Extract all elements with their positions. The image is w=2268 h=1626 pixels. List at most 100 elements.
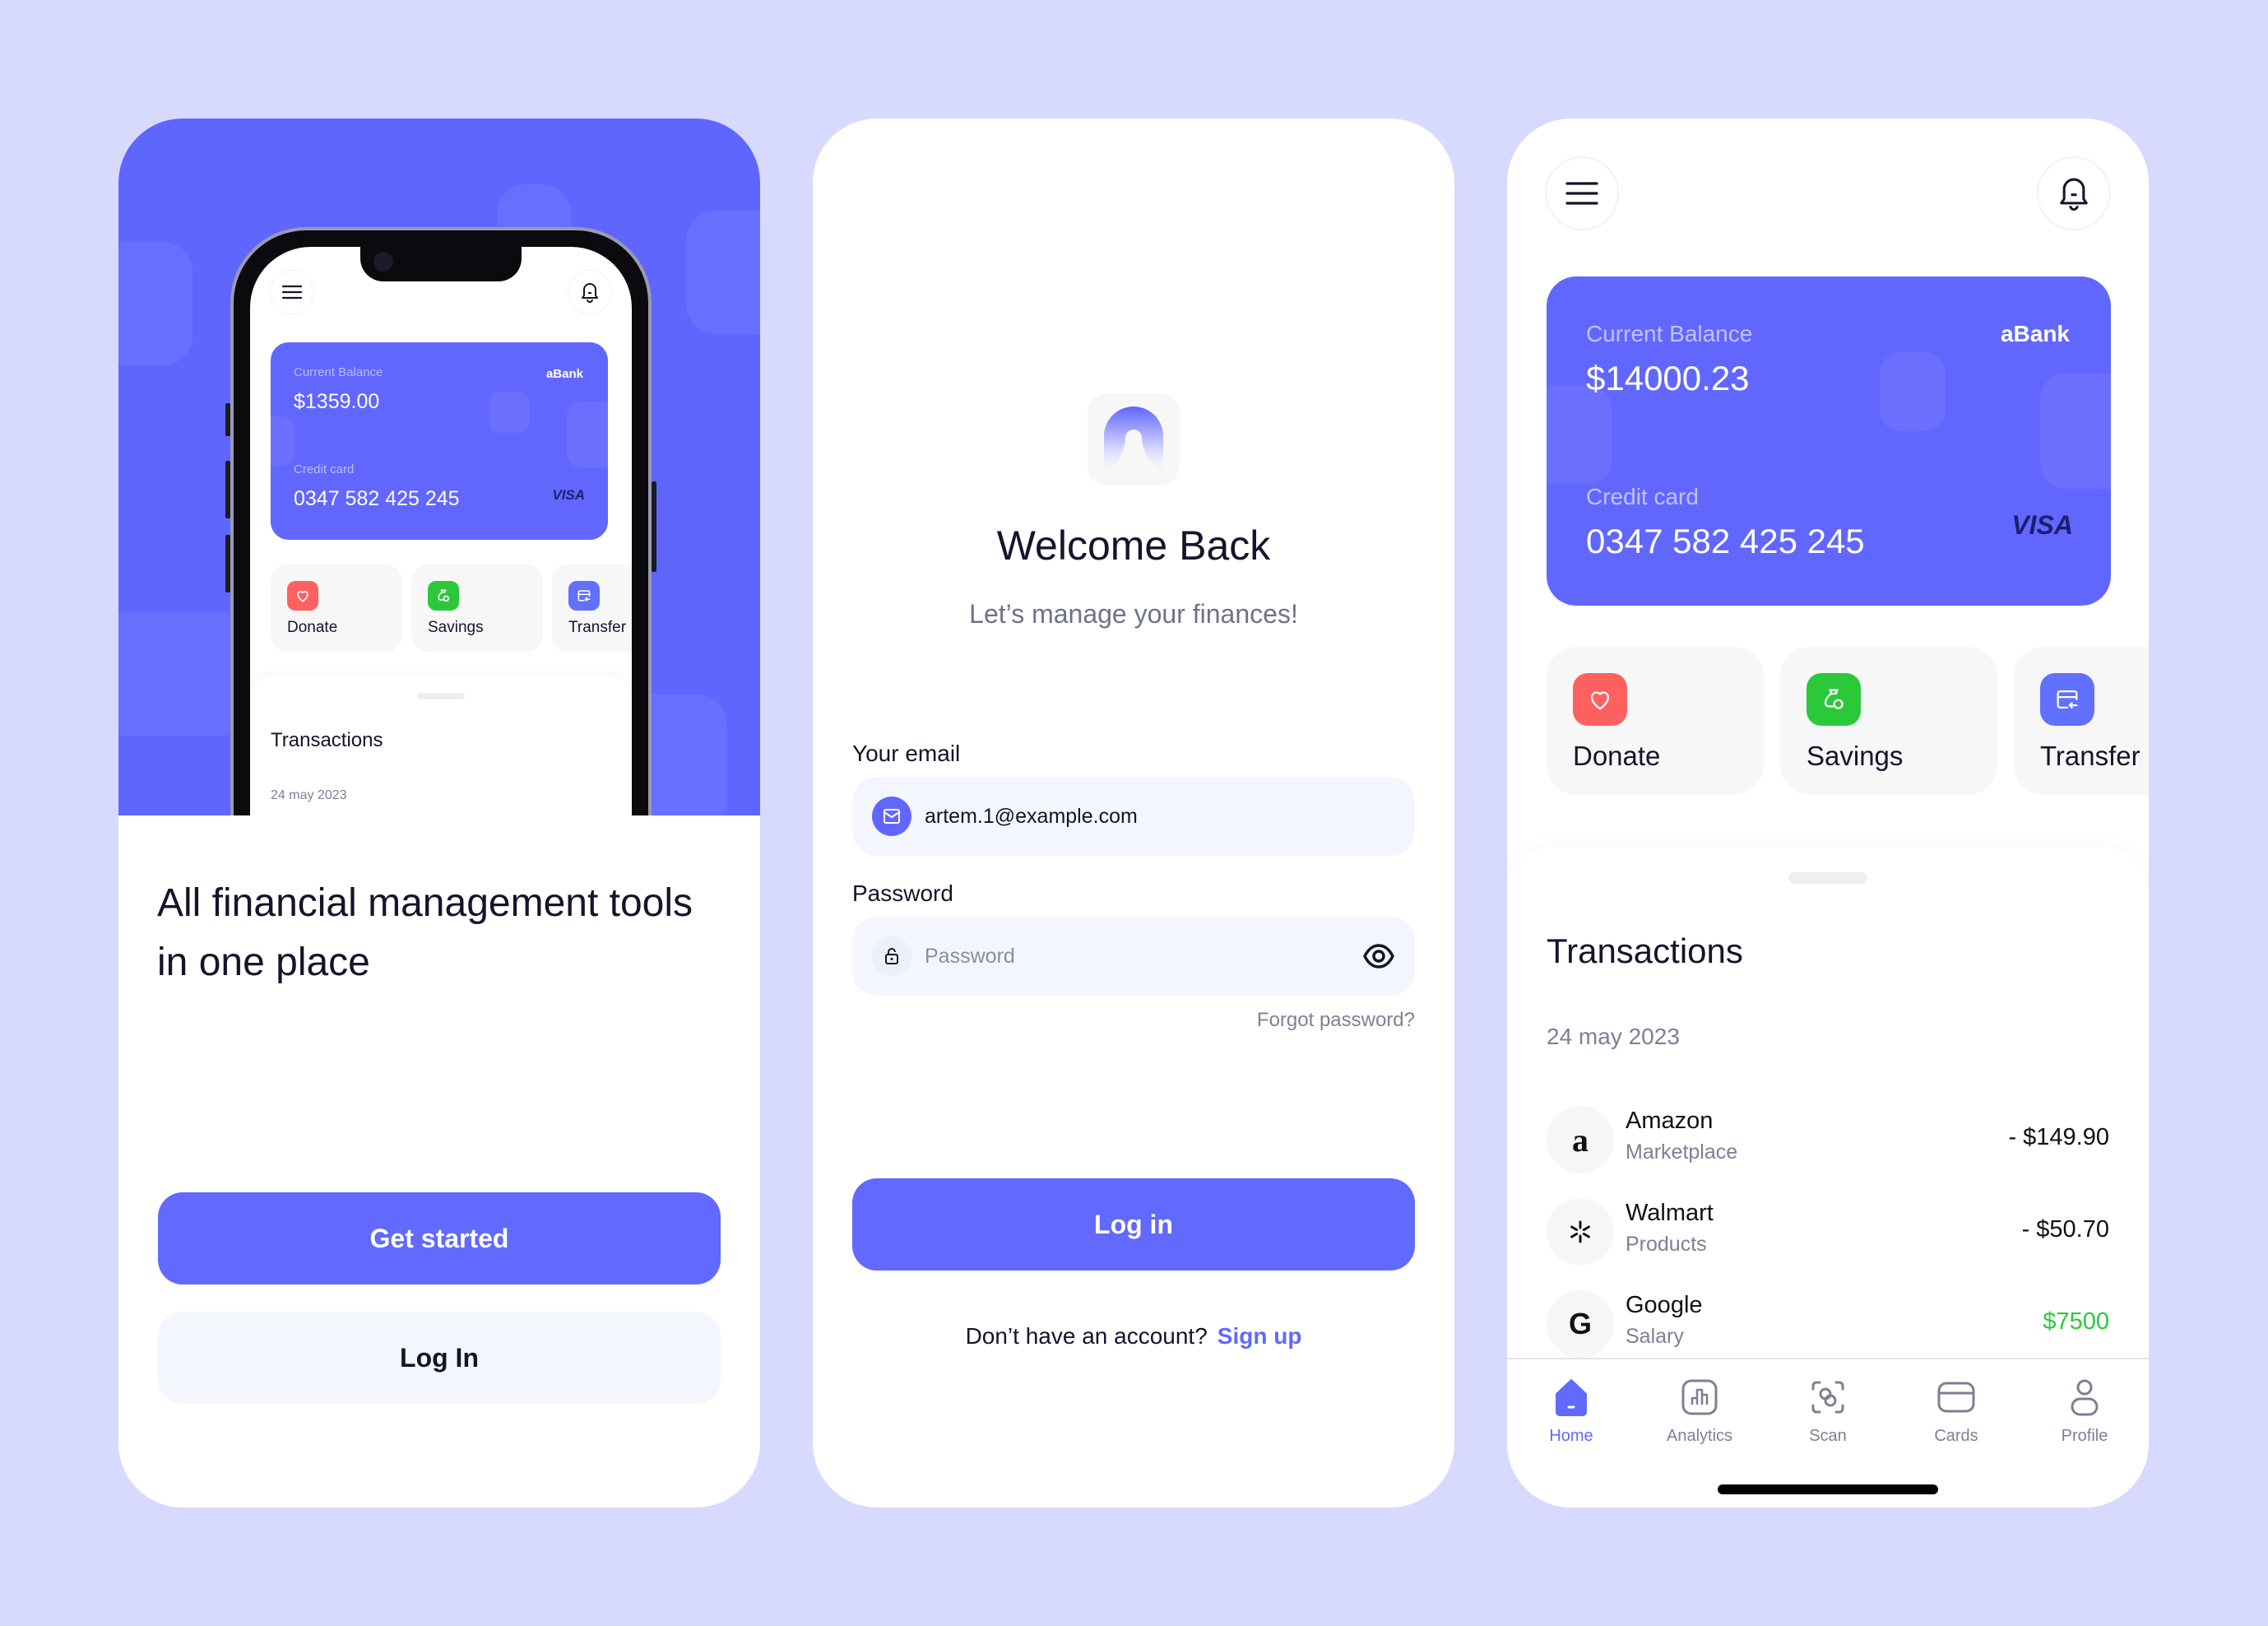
- app-logo: [1088, 393, 1180, 485]
- cards-icon: [1935, 1376, 1978, 1419]
- mail-icon: [872, 797, 911, 836]
- card-number: 0347 582 425 245: [294, 487, 460, 510]
- signup-link[interactable]: Sign up: [1217, 1323, 1302, 1349]
- tab-home[interactable]: Home: [1514, 1376, 1629, 1466]
- notification-button[interactable]: [2037, 156, 2111, 230]
- home-screen: Current Balance $14000.23 aBank Credit c…: [1507, 118, 2149, 1508]
- balance-card[interactable]: Current Balance $14000.23 aBank Credit c…: [1547, 276, 2111, 606]
- bank-name: aBank: [2000, 321, 2070, 346]
- hero-banner: Current Balance $1359.00 aBank Credit ca…: [118, 118, 760, 815]
- balance-card: Current Balance $1359.00 aBank Credit ca…: [271, 342, 608, 540]
- balance-label: Current Balance: [1586, 321, 1753, 346]
- transactions-date: 24 may 2023: [271, 788, 347, 802]
- tab-profile[interactable]: Profile: [2027, 1376, 2142, 1466]
- profile-icon: [2063, 1376, 2106, 1419]
- card-label: Credit card: [294, 462, 355, 476]
- login-button[interactable]: Log In: [158, 1312, 721, 1404]
- scan-icon: [1807, 1376, 1849, 1419]
- balance-amount: $1359.00: [294, 390, 380, 413]
- transaction-amount: - $50.70: [2021, 1216, 2109, 1243]
- logo-glyph: G: [1568, 1307, 1592, 1340]
- menu-button[interactable]: [1545, 156, 1619, 230]
- tab-label: Analytics: [1666, 1427, 1733, 1445]
- action-label: Savings: [1807, 741, 1904, 771]
- show-password-toggle[interactable]: [1362, 940, 1395, 973]
- password-field[interactable]: [852, 917, 1415, 996]
- visa-logo: VISA: [2011, 510, 2073, 540]
- login-screen: Welcome Back Let’s manage your finances!…: [813, 118, 1454, 1508]
- tab-analytics[interactable]: Analytics: [1642, 1376, 1757, 1466]
- phone-button: [225, 461, 230, 518]
- action-label: Donate: [1573, 741, 1661, 771]
- email-field[interactable]: [852, 777, 1415, 856]
- merchant-name: Google: [1626, 1292, 1703, 1318]
- sheet-handle[interactable]: [1788, 872, 1867, 884]
- home-indicator: [1718, 1484, 1938, 1494]
- transactions-date: 24 may 2023: [1547, 1024, 1680, 1049]
- tab-label: Scan: [1809, 1427, 1847, 1445]
- phone-mockup: Current Balance $1359.00 aBank Credit ca…: [225, 227, 656, 815]
- lock-icon: [872, 936, 911, 976]
- action-savings: Savings: [411, 564, 543, 652]
- transaction-row[interactable]: a Amazon Marketplace - $149.90: [1547, 1106, 2109, 1173]
- camera: [373, 252, 393, 272]
- action-savings[interactable]: Savings: [1780, 647, 1997, 795]
- password-label: Password: [852, 880, 953, 906]
- action-label: Transfer: [2040, 741, 2140, 771]
- phone-notch: [360, 247, 522, 281]
- tab-scan[interactable]: Scan: [1770, 1376, 1885, 1466]
- notification-button: [568, 270, 612, 314]
- phone-button: [652, 481, 656, 572]
- merchant-name: Walmart: [1626, 1200, 1714, 1226]
- action-label: Savings: [428, 619, 484, 636]
- action-donate[interactable]: Donate: [1547, 647, 1764, 795]
- merchant-category: Salary: [1626, 1325, 1684, 1348]
- transaction-amount: $7500: [2043, 1308, 2109, 1335]
- welcome-subtitle: Let’s manage your finances!: [969, 599, 1298, 629]
- visa-logo: VISA: [552, 487, 585, 503]
- onboarding-heading: All financial management tools in one pl…: [157, 881, 693, 984]
- google-logo-icon: G: [1547, 1290, 1614, 1358]
- transactions-title: Transactions: [271, 729, 383, 751]
- signup-row: Don’t have an account? Sign up: [813, 1323, 1454, 1350]
- action-donate: Donate: [271, 564, 402, 652]
- forgot-password-link[interactable]: Forgot password?: [1257, 1009, 1415, 1032]
- card-transfer-icon: [2040, 673, 2094, 726]
- transaction-row[interactable]: Walmart Products - $50.70: [1547, 1198, 2109, 1266]
- action-transfer[interactable]: Transfer: [2014, 647, 2149, 795]
- app-logo-icon: [1104, 406, 1163, 476]
- menu-button: [270, 270, 314, 314]
- email-input[interactable]: [925, 777, 1336, 856]
- money-bag-icon: [1807, 673, 1861, 726]
- phone-button: [225, 535, 230, 592]
- heart-icon: [287, 581, 318, 611]
- bell-icon: [2060, 178, 2088, 211]
- get-started-button[interactable]: Get started: [158, 1192, 721, 1285]
- menu-icon: [281, 285, 303, 300]
- merchant-name: Amazon: [1626, 1108, 1714, 1134]
- action-transfer: Transfer: [552, 564, 632, 652]
- tab-cards[interactable]: Cards: [1899, 1376, 2014, 1466]
- tab-label: Cards: [1934, 1427, 1978, 1445]
- password-input[interactable]: [925, 917, 1336, 996]
- card-number: 0347 582 425 245: [1586, 522, 1865, 560]
- sheet-handle: [417, 693, 465, 699]
- transaction-row[interactable]: G Google Salary $7500: [1547, 1290, 2109, 1358]
- merchant-category: Marketplace: [1626, 1141, 1738, 1164]
- tab-label: Profile: [2061, 1427, 2108, 1445]
- analytics-icon: [1678, 1376, 1721, 1419]
- heart-icon: [1573, 673, 1627, 726]
- merchant-category: Products: [1626, 1233, 1707, 1256]
- card-label: Credit card: [1586, 484, 1699, 509]
- balance-amount: $14000.23: [1586, 359, 1750, 397]
- transactions-title: Transactions: [1547, 931, 1743, 970]
- login-submit-button[interactable]: Log in: [852, 1178, 1415, 1271]
- transactions-sheet: Transactions 24 may 2023: [250, 676, 632, 815]
- eye-icon: [1363, 944, 1394, 969]
- home-icon: [1550, 1376, 1593, 1419]
- card-transfer-icon: [568, 581, 600, 611]
- phone-screen: Current Balance $1359.00 aBank Credit ca…: [250, 247, 632, 815]
- decor-shape: [118, 242, 192, 365]
- phone-button: [225, 403, 230, 436]
- bank-name: aBank: [545, 367, 583, 381]
